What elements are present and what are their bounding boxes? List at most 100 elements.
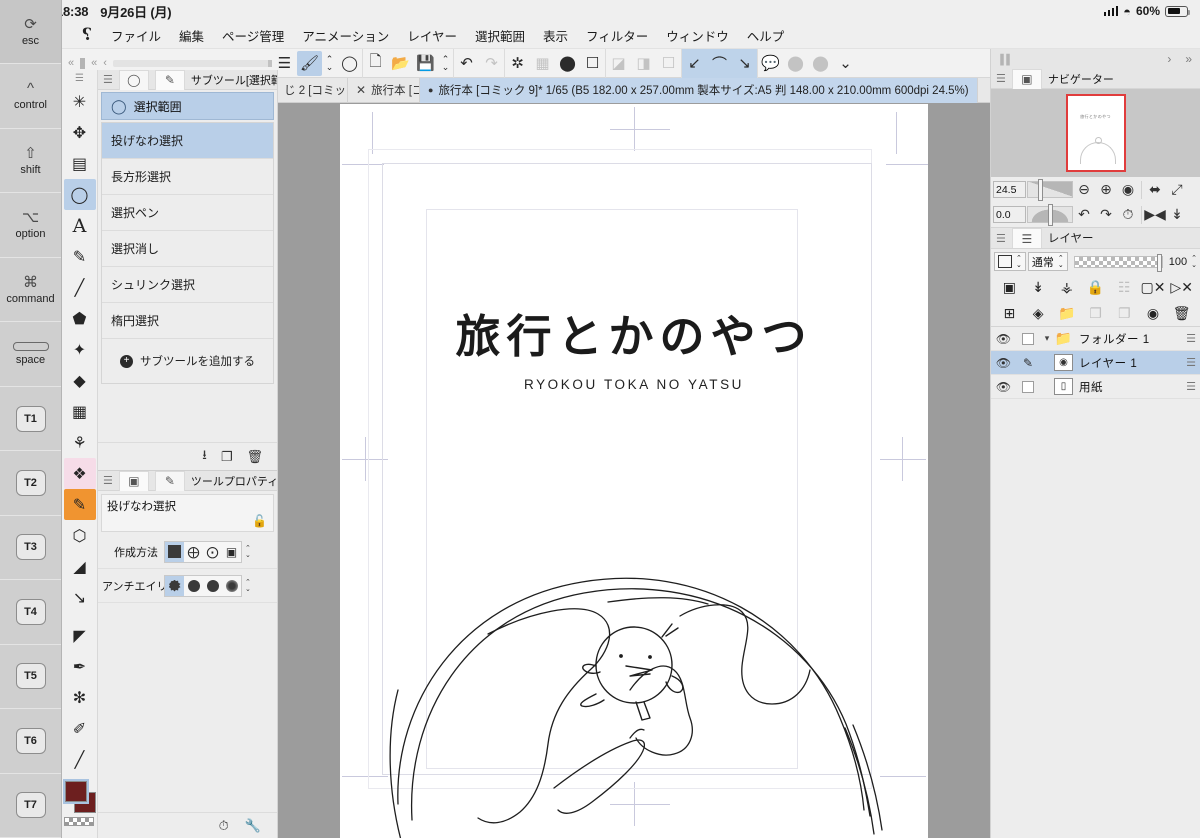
command-bar-scroll-region[interactable]: « « ‹ — [62, 57, 273, 69]
clipping-icon[interactable]: ↡ — [1024, 275, 1053, 299]
fill-drop-icon[interactable]: ⬤ — [555, 51, 580, 76]
key-command[interactable]: ⌘ command — [0, 257, 61, 323]
mask-icon[interactable]: ⚶ — [1052, 275, 1081, 299]
antialias-segments[interactable] — [164, 574, 242, 597]
scroll-prev-icon[interactable]: ‹ — [103, 57, 107, 69]
subtract-selection-icon[interactable]: ⨀ — [203, 542, 222, 562]
chevron-right-icon[interactable]: › — [1167, 52, 1171, 66]
toolprop-tab-icon[interactable]: ▣ — [118, 470, 149, 491]
color-mode-selector[interactable]: ⌃ ⌄ — [994, 252, 1026, 271]
zoom-in-icon[interactable]: ⊕ — [1095, 179, 1117, 201]
chevron-down-icon[interactable]: ⌄ — [833, 51, 858, 76]
dock-grip-icon[interactable]: ∥∥ — [999, 52, 1011, 66]
spiral-icon[interactable]: ◯ — [337, 51, 362, 76]
trash-icon[interactable]: 🗑 — [246, 449, 263, 465]
ruler-snap-icon[interactable]: ↙ — [682, 51, 707, 76]
visibility-eye-icon[interactable]: 👁 — [991, 332, 1016, 346]
hamburger-menu-icon[interactable]: ☰ — [103, 73, 113, 86]
key-t4[interactable]: T4 — [0, 580, 61, 645]
move-tool-icon[interactable]: ✥ — [64, 117, 96, 148]
antialias-medium-icon[interactable] — [203, 576, 222, 596]
fill-tool-icon[interactable]: ⬟ — [64, 303, 96, 334]
undo-icon[interactable]: ↶ — [454, 51, 479, 76]
menu-item-filter[interactable]: フィルター — [577, 23, 657, 48]
perspective-ruler-tool-icon[interactable]: ▦ — [64, 396, 96, 427]
mask-enable-icon[interactable]: ▢✕ — [1139, 275, 1168, 299]
new-raster-layer-icon[interactable]: ⊞ — [995, 301, 1024, 325]
scroll-left-icon-2[interactable]: « — [91, 57, 97, 69]
chevron-updown-icon[interactable]: ⌃ ⌄ — [245, 545, 251, 559]
chevrons-right-icon[interactable]: » — [1185, 52, 1192, 66]
antialias-strong-icon[interactable] — [222, 576, 241, 596]
document-tab-active[interactable]: ● 旅行本 [コミック 9]* 1/65 (B5 182.00 x 257.00… — [420, 77, 978, 103]
visibility-eye-icon[interactable]: 👁 — [991, 356, 1016, 370]
document-tab-1[interactable]: じ 2 [コミッ — [276, 77, 348, 103]
chevron-updown-icon[interactable]: ⌃ ⌄ — [322, 51, 337, 76]
subtool-item-ellipse[interactable]: 楕円選択 — [102, 303, 273, 339]
key-shift[interactable]: ⇧ shift — [0, 128, 61, 194]
canvas-area[interactable]: 旅行とかのやつ RYOKOU TOKA NO YATSU — [278, 103, 990, 838]
zoom-out-icon[interactable]: ⊖ — [1073, 179, 1095, 201]
new-document-icon[interactable]: 🗋 — [363, 51, 388, 76]
ruler-tool-icon[interactable]: ◢ — [64, 551, 96, 582]
key-t7[interactable]: T7 — [0, 773, 61, 838]
transparent-color-swatch[interactable] — [63, 817, 94, 826]
menu-item-selection[interactable]: 選択範囲 — [466, 23, 534, 48]
hamburger-menu-icon[interactable]: ☰ — [103, 474, 113, 487]
menu-item-file[interactable]: ファイル — [102, 23, 170, 48]
subtool-tab-icon[interactable]: ✎ — [154, 69, 185, 90]
fit-to-screen-icon[interactable]: ◉ — [1117, 179, 1139, 201]
selection-area-tool-icon[interactable]: ◯ — [63, 179, 96, 210]
deselect-icon[interactable]: ✲ — [505, 51, 530, 76]
subtool-item-selection-eraser[interactable]: 選択消し — [102, 231, 273, 267]
layer-checkbox[interactable] — [1016, 380, 1040, 393]
chevron-updown-icon[interactable]: ⌃ ⌄ — [1058, 255, 1064, 269]
grid-snap-icon[interactable]: ↘ — [732, 51, 757, 76]
menu-item-window[interactable]: ウィンドウ — [657, 23, 738, 48]
scroll-handle[interactable] — [80, 57, 86, 69]
help-balloon-icon[interactable]: 💬 — [758, 51, 783, 76]
import-icon[interactable]: ⭳ — [202, 446, 207, 468]
menu-item-edit[interactable]: 編集 — [170, 23, 213, 48]
color-swatches[interactable] — [62, 779, 97, 826]
navigator-preview[interactable]: 旅行とかのやつ — [991, 89, 1200, 177]
curve-snap-icon[interactable]: ⌒ — [707, 51, 732, 76]
frame-border-tool-icon[interactable]: ▤ — [64, 148, 96, 179]
erase-white-tool-icon[interactable]: ╱ — [64, 744, 96, 775]
key-space[interactable]: space — [0, 322, 61, 387]
layer-tab-icon[interactable]: ☰ — [1011, 228, 1042, 248]
duplicate-icon[interactable]: ❐ — [221, 449, 233, 465]
rotate-slider[interactable] — [1027, 204, 1073, 226]
hamburger-menu-icon[interactable]: ☰ — [996, 232, 1006, 245]
key-t6[interactable]: T6 — [0, 709, 61, 774]
key-option[interactable]: ⌥ option — [0, 193, 61, 258]
opacity-value[interactable]: 100 — [1169, 256, 1187, 268]
balloon-tool-icon[interactable]: ❖ — [63, 458, 96, 489]
antialias-none-icon[interactable] — [165, 575, 184, 596]
zoom-slider-knob[interactable] — [1038, 179, 1043, 201]
hamburger-menu-icon[interactable]: ☰ — [996, 72, 1006, 85]
history-icon[interactable]: ⏱ — [219, 818, 229, 834]
layer-menu-icon[interactable]: ☰ — [1182, 380, 1200, 393]
key-t2[interactable]: T2 — [0, 451, 61, 516]
mirror-icon[interactable]: ▶◀ — [1144, 204, 1166, 226]
object-tool-icon[interactable]: ⬡ — [64, 520, 96, 551]
blend-mode-selector[interactable]: 通常 ⌃ ⌄ — [1027, 252, 1068, 271]
navigator-thumbnail[interactable]: 旅行とかのやつ — [1065, 94, 1126, 172]
figure-line-tool-icon[interactable]: ╱ — [64, 272, 96, 303]
fit-window-icon[interactable]: ⤢ — [1166, 179, 1188, 201]
unlock-icon[interactable]: 🔓 — [252, 514, 267, 528]
menu-item-view[interactable]: 表示 — [534, 23, 577, 48]
navigator-tab-icon[interactable]: ▣ — [1011, 68, 1042, 89]
close-icon[interactable]: ✕ — [356, 83, 366, 97]
pen-tool-icon[interactable]: ✎ — [64, 241, 96, 272]
intersect-selection-icon[interactable]: ▣ — [222, 542, 241, 562]
reset-rotation-icon[interactable]: ⏱ — [1117, 204, 1139, 226]
rotate-right-icon[interactable]: ↷ — [1095, 204, 1117, 226]
rotate-left-icon[interactable]: ↶ — [1073, 204, 1095, 226]
blend-tool-icon[interactable]: ◤ — [64, 620, 96, 651]
text-tool-icon[interactable]: A — [64, 210, 96, 241]
mask-circle-icon[interactable]: ◉ — [1139, 301, 1168, 325]
rotate-value[interactable]: 0.0 — [993, 206, 1026, 223]
layer-row-paper[interactable]: 👁 ▯ 用紙 ☰ — [991, 375, 1200, 399]
